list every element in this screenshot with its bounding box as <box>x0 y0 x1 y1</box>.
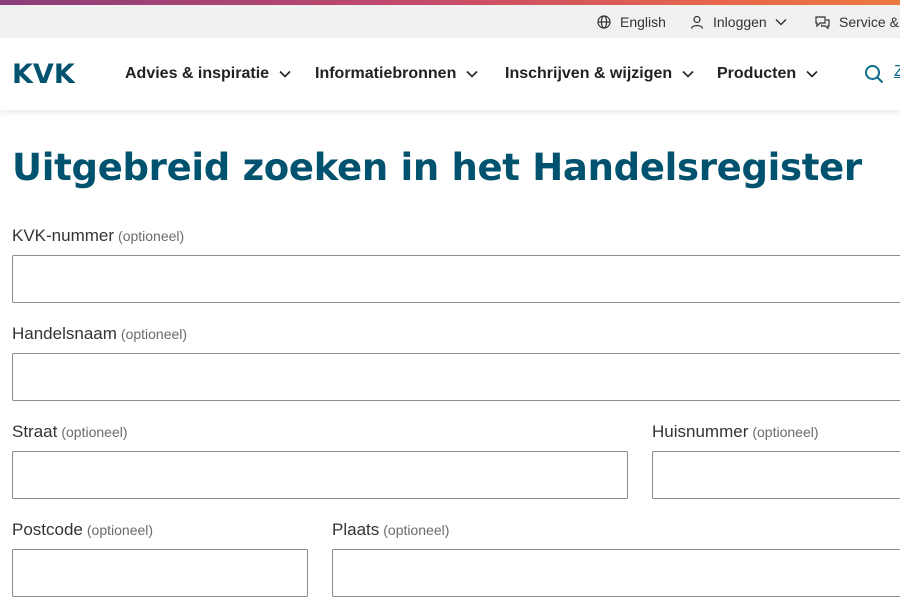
kvk-number-label: KVK-nummer (optioneel) <box>12 226 184 246</box>
chevron-down-icon <box>466 70 478 78</box>
nav-item-producten[interactable]: Producten <box>717 38 818 110</box>
kvk-logo[interactable]: KVK <box>12 60 75 90</box>
language-label: English <box>620 13 666 30</box>
service-contact-link[interactable]: Service & <box>815 5 899 38</box>
optional-hint: (optioneel) <box>86 522 154 538</box>
language-switch[interactable]: English <box>597 5 666 38</box>
postcode-label: Postcode (optioneel) <box>12 520 153 540</box>
optional-hint: (optioneel) <box>752 424 819 440</box>
user-icon <box>690 15 704 29</box>
search-label[interactable]: Z <box>894 63 900 81</box>
optional-hint: (optioneel) <box>118 228 185 244</box>
chevron-down-icon <box>682 70 694 78</box>
kvk-number-label-text: KVK-nummer <box>12 226 115 245</box>
login-label: Inloggen <box>713 13 767 30</box>
house-number-label-text: Huisnummer <box>652 422 749 441</box>
nav-item-advies-inspiratie[interactable]: Advies & inspiratie <box>125 38 291 110</box>
trade-name-label-text: Handelsnaam <box>12 324 117 343</box>
nav-item-label: Producten <box>717 65 797 82</box>
city-label: Plaats (optioneel) <box>332 520 449 540</box>
login-menu[interactable]: Inloggen <box>690 5 787 38</box>
utility-bar: English Inloggen Service & <box>0 5 900 38</box>
street-input[interactable] <box>12 451 628 499</box>
nav-item-label: Advies & inspiratie <box>125 65 270 82</box>
nav-item-label: Informatiebronnen <box>315 65 457 82</box>
street-label: Straat (optioneel) <box>12 422 128 442</box>
globe-icon <box>597 14 611 29</box>
nav-item-informatiebronnen[interactable]: Informatiebronnen <box>315 38 478 110</box>
search-button[interactable] <box>864 64 884 84</box>
search-icon <box>865 65 884 84</box>
postcode-input[interactable] <box>12 549 308 597</box>
postcode-label-text: Postcode <box>12 520 83 539</box>
page-title: Uitgebreid zoeken in het Handelsregister <box>12 146 862 189</box>
chevron-down-icon <box>806 70 818 78</box>
chat-icon <box>815 15 830 29</box>
house-number-input[interactable] <box>652 451 900 499</box>
chevron-down-icon <box>279 70 291 78</box>
optional-hint: (optioneel) <box>120 326 188 342</box>
city-label-text: Plaats <box>332 520 380 539</box>
kvk-number-input[interactable] <box>12 255 900 303</box>
house-number-label: Huisnummer (optioneel) <box>652 422 819 442</box>
main-navigation: KVK Advies & inspiratie Informatiebronne… <box>0 38 900 110</box>
trade-name-label: Handelsnaam (optioneel) <box>12 324 187 344</box>
optional-hint: (optioneel) <box>383 522 450 538</box>
street-label-text: Straat <box>12 422 58 441</box>
nav-item-inschrijven-wijzigen[interactable]: Inschrijven & wijzigen <box>505 38 694 110</box>
chevron-down-icon <box>775 18 787 26</box>
city-input[interactable] <box>332 549 900 597</box>
nav-item-label: Inschrijven & wijzigen <box>505 65 673 82</box>
service-label: Service & <box>839 13 899 30</box>
optional-hint: (optioneel) <box>61 424 128 440</box>
trade-name-input[interactable] <box>12 353 900 401</box>
